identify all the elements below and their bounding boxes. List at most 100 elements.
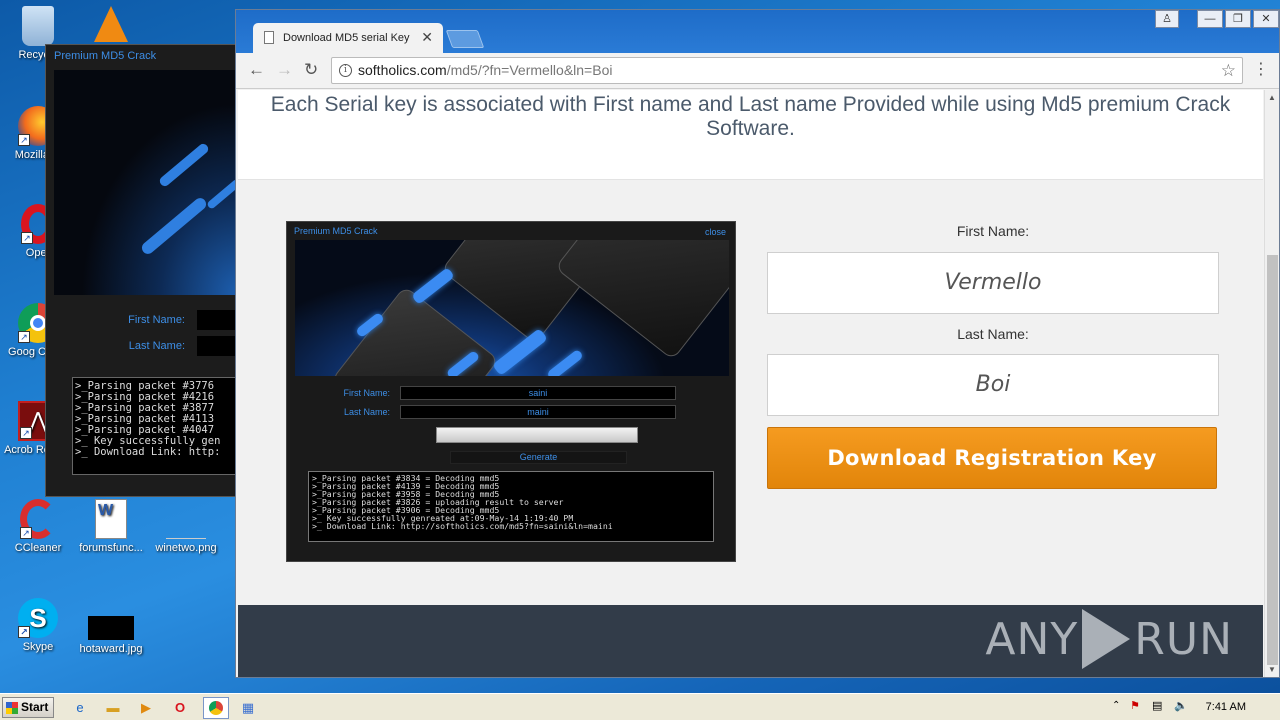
recycle-bin-icon: [22, 6, 54, 46]
ccleaner-icon: ↗: [20, 499, 56, 539]
first-name-input[interactable]: [197, 310, 239, 330]
opera-taskbar-icon[interactable]: O: [170, 698, 190, 718]
crack-shot-first-row: First Name: saini: [287, 386, 735, 402]
crack-shot-title: Premium MD5 Crack: [294, 226, 378, 236]
profile-icon[interactable]: ♙: [1155, 10, 1179, 28]
last-name-label: Last Name:: [957, 326, 1029, 342]
volume-icon[interactable]: 🔈: [1174, 699, 1188, 712]
url-host: softholics.com: [358, 62, 447, 78]
back-arrow-icon[interactable]: ←: [248, 61, 265, 79]
anyrun-watermark: ANY RUN: [985, 609, 1233, 669]
shortcut-arrow-icon: ↗: [18, 134, 30, 146]
crack-app-window[interactable]: Premium MD5 Crack First Name: Last Name:…: [45, 44, 240, 497]
windows-flag-icon: [6, 702, 18, 714]
crack-shot-progress-bar: [436, 427, 638, 443]
network-icon[interactable]: ▤: [1152, 699, 1162, 712]
ie-icon[interactable]: e: [70, 698, 90, 718]
close-window-button[interactable]: ✕: [1253, 10, 1279, 28]
browser-toolbar: ← → ↻ i softholics.com/md5/?fn=Vermello&…: [236, 53, 1279, 89]
desktop-icon-ccleaner[interactable]: ↗ CCleaner: [0, 499, 76, 555]
desktop-icon-label: hotaward.jpg: [79, 643, 143, 655]
taskbar-clock: 7:41 AM: [1205, 701, 1246, 713]
tab-strip: Download MD5 serial Key ✕ ♙ — ❐ ✕: [236, 10, 1279, 53]
desktop-icon-winetwo[interactable]: winetwo.png: [148, 499, 224, 555]
scroll-thumb[interactable]: [1267, 255, 1278, 665]
crack-shot-first-label: First Name:: [343, 388, 390, 398]
image-thumbnail-icon: [88, 616, 134, 640]
crack-window-title: Premium MD5 Crack: [54, 50, 157, 62]
media-player-icon[interactable]: ▶: [136, 698, 156, 718]
address-bar[interactable]: i softholics.com/md5/?fn=Vermello&ln=Boi…: [331, 57, 1243, 84]
crack-banner-art: [54, 70, 239, 295]
desktop-icon-label: forumsfunc...: [79, 542, 143, 554]
shortcut-arrow-icon: ↗: [20, 427, 32, 439]
minimize-button[interactable]: —: [1197, 10, 1223, 28]
watermark-left: ANY: [985, 613, 1079, 665]
action-center-icon[interactable]: ⚑: [1130, 699, 1140, 712]
shortcut-arrow-icon: ↗: [18, 331, 30, 343]
headline-band: Each Serial key is associated with First…: [238, 90, 1263, 180]
desktop-icon-label: CCleaner: [14, 542, 62, 554]
desktop-icon-word-doc[interactable]: W forumsfunc...: [73, 499, 149, 555]
first-name-label: First Name:: [956, 223, 1030, 239]
tray-expand-icon[interactable]: ⌃: [1112, 700, 1120, 711]
scroll-down-icon[interactable]: ▼: [1268, 665, 1276, 674]
crack-shot-console: >_Parsing packet #3834 = Decoding mmd5 >…: [308, 471, 714, 542]
last-name-input[interactable]: [197, 336, 239, 356]
desktop-icon-skype[interactable]: S ↗ Skype: [0, 598, 76, 654]
shortcut-arrow-icon: ↗: [21, 232, 33, 244]
desktop-icon-label: winetwo.png: [155, 542, 217, 554]
last-name-input[interactable]: Boi: [767, 354, 1219, 416]
taskbar: Start e ▬ ▶ O ▦ ⌃ ⚑ ▤ 🔈 7:41 AM: [0, 693, 1280, 720]
crack-shot-first-value: saini: [400, 386, 676, 400]
page-viewport: Each Serial key is associated with First…: [238, 90, 1263, 677]
watermark-right: RUN: [1134, 613, 1233, 665]
registration-form: First Name: Vermello Last Name: Boi Down…: [767, 221, 1219, 489]
forward-arrow-icon[interactable]: →: [276, 61, 293, 79]
new-tab-button[interactable]: [445, 30, 485, 48]
shortcut-arrow-icon: ↗: [20, 527, 32, 539]
crack-app-taskbar-icon[interactable]: ▦: [238, 698, 258, 718]
last-name-label: Last Name:: [128, 340, 185, 352]
tab-download-md5[interactable]: Download MD5 serial Key ✕: [253, 23, 443, 53]
restore-button[interactable]: ❐: [1225, 10, 1251, 28]
crack-shot-last-value: maini: [400, 405, 676, 419]
skype-icon: S ↗: [18, 598, 58, 638]
folder-icon[interactable]: ▬: [103, 698, 123, 718]
url-path: /md5/?fn=Vermello&ln=Boi: [446, 62, 613, 78]
crack-shot-art: [295, 240, 729, 376]
desktop-icon-hotaward[interactable]: hotaward.jpg: [73, 598, 149, 656]
image-file-icon: [166, 499, 206, 539]
start-label: Start: [21, 700, 49, 714]
page-scrollbar[interactable]: ▲ ▼: [1264, 90, 1279, 677]
browser-window[interactable]: Download MD5 serial Key ✕ ♙ — ❐ ✕ ← → ↻ …: [235, 9, 1280, 678]
crack-screenshot-image: Premium MD5 Crack close First Name: sain…: [286, 221, 736, 562]
crack-console-log: >_Parsing packet #3776 >_Parsing packet …: [72, 377, 239, 475]
word-document-icon: W: [95, 499, 127, 539]
crack-form: First Name: Last Name:: [54, 307, 239, 359]
close-tab-icon[interactable]: ✕: [421, 29, 433, 46]
page-icon: [264, 31, 274, 44]
play-icon: [1082, 609, 1131, 669]
vlc-cone-icon: [94, 6, 128, 42]
desktop-icon-label: Skype: [22, 641, 54, 653]
system-tray: ⌃ ⚑ ▤ 🔈 7:41 AM: [1100, 696, 1280, 720]
chrome-taskbar-icon[interactable]: [203, 697, 229, 719]
bookmark-star-icon[interactable]: ☆: [1221, 58, 1236, 83]
start-button[interactable]: Start: [2, 697, 54, 718]
first-name-label: First Name:: [128, 314, 185, 326]
first-name-row: First Name:: [54, 307, 239, 333]
reload-icon[interactable]: ↻: [304, 61, 318, 79]
desktop-icon-vlc[interactable]: [73, 6, 149, 45]
page-headline: Each Serial key is associated with First…: [270, 93, 1231, 140]
download-registration-key-button[interactable]: Download Registration Key: [767, 427, 1217, 489]
menu-dots-icon[interactable]: ⋮: [1253, 62, 1269, 78]
crack-shot-generate: Generate: [450, 451, 627, 464]
crack-shot-last-row: Last Name: maini: [287, 405, 735, 421]
info-icon[interactable]: i: [339, 64, 352, 77]
first-name-input[interactable]: Vermello: [767, 252, 1219, 314]
shortcut-arrow-icon: ↗: [18, 626, 30, 638]
crack-shot-close: close: [704, 227, 726, 237]
scroll-up-icon[interactable]: ▲: [1268, 93, 1276, 102]
tab-title: Download MD5 serial Key: [283, 32, 410, 44]
